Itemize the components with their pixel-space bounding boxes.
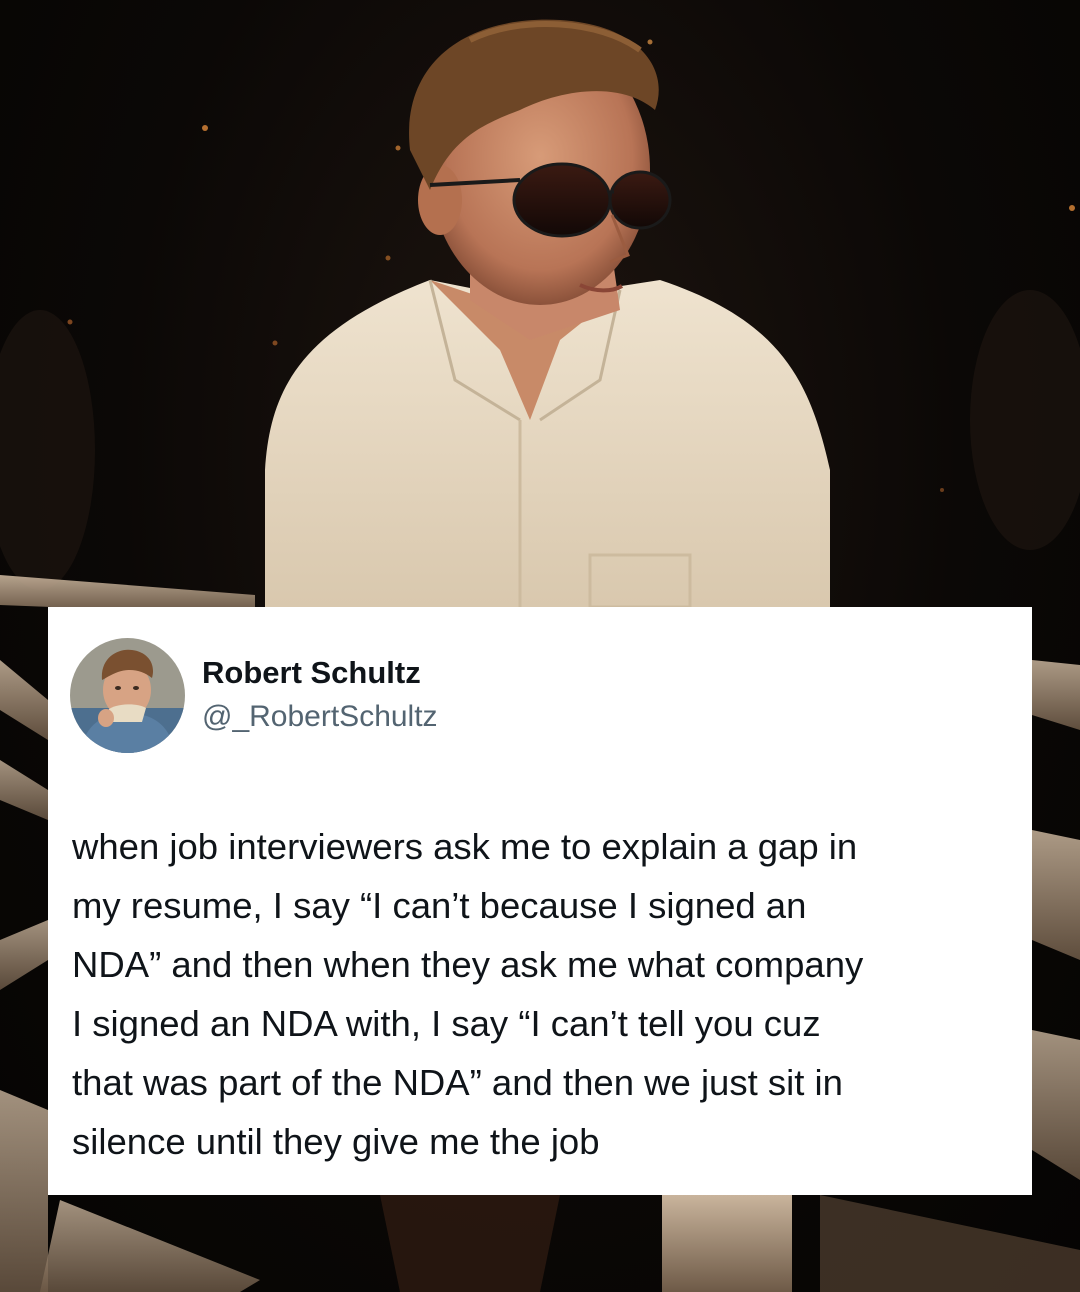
display-name[interactable]: Robert Schultz	[202, 655, 421, 691]
tweet-card: Robert Schultz @_RobertSchultz when job …	[48, 607, 1032, 1195]
tweet-text-line: my resume, I say “I can’t because I sign…	[72, 885, 807, 926]
avatar[interactable]	[70, 638, 185, 753]
tweet-text-line: when job interviewers ask me to explain …	[72, 826, 858, 867]
tweet-text-line: that was part of the NDA” and then we ju…	[72, 1062, 843, 1103]
user-handle[interactable]: @_RobertSchultz	[202, 700, 438, 734]
tweet-text: when job interviewers ask me to explain …	[72, 817, 1012, 1171]
meme-image: Robert Schultz @_RobertSchultz when job …	[0, 0, 1080, 1292]
tweet-text-line: I signed an NDA with, I say “I can’t tel…	[72, 1003, 821, 1044]
tweet-text-line: silence until they give me the job	[72, 1121, 600, 1162]
tweet-text-line: NDA” and then when they ask me what comp…	[72, 944, 864, 985]
